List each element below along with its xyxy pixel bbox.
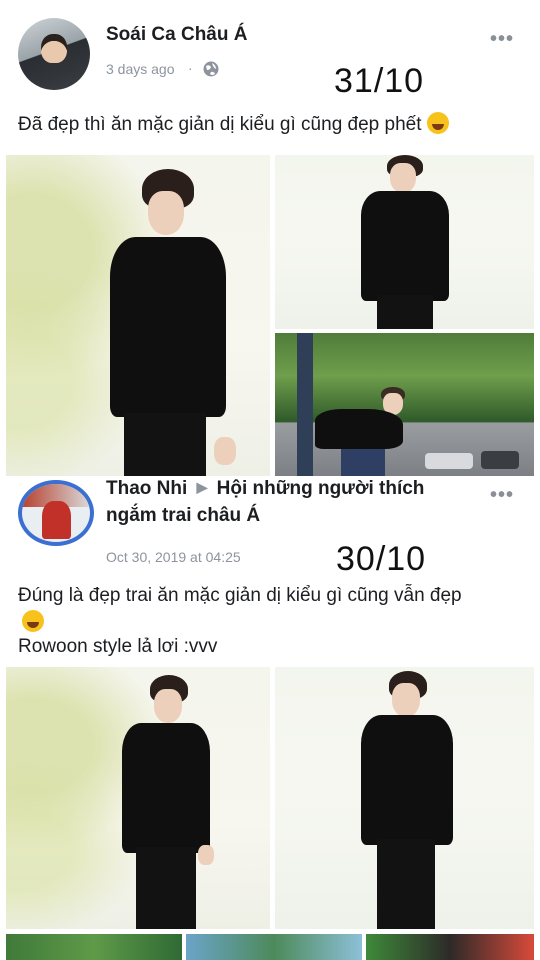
post-caption: Đã đẹp thì ăn mặc giản dị kiểu gì cũng đ… [18, 112, 449, 136]
avatar-face [41, 33, 67, 63]
author-name[interactable]: Thao Nhi [106, 478, 187, 499]
handwritten-date: 31/10 [334, 62, 425, 100]
post-options-button[interactable]: ••• [490, 28, 514, 51]
post-photo-3[interactable] [275, 333, 534, 476]
author-avatar[interactable] [18, 480, 94, 546]
person-figure [102, 165, 242, 476]
post-caption-line2: Rowoon style lả lơi :vvv [18, 636, 218, 657]
post-header-line1: Thao Nhi ▶ Hội những người thích [106, 478, 424, 500]
globe-icon [203, 61, 219, 77]
group-name-continued[interactable]: ngắm trai châu Á [106, 505, 260, 527]
post-options-button[interactable]: ••• [490, 484, 514, 507]
person-figure [357, 155, 453, 329]
handwritten-date: 30/10 [336, 540, 427, 578]
post-timestamp[interactable]: Oct 30, 2019 at 04:25 [106, 549, 241, 565]
post-caption-line1: Đúng là đẹp trai ăn mặc giản dị kiểu gì … [18, 585, 462, 606]
caption-text: Đã đẹp thì ăn mặc giản dị kiểu gì cũng đ… [18, 114, 422, 135]
post-photo-1[interactable] [6, 155, 270, 476]
post-time[interactable]: 3 days ago [106, 61, 175, 77]
person-figure [357, 671, 457, 929]
avatar-figure [42, 501, 71, 540]
post-photo-5[interactable] [275, 667, 534, 929]
author-name[interactable]: Soái Ca Châu Á [106, 24, 247, 46]
meta-separator: · [188, 60, 193, 76]
group-name[interactable]: Hội những người thích [217, 478, 425, 499]
post-photo-2[interactable] [275, 155, 534, 329]
next-photo-strip[interactable] [6, 934, 534, 960]
person-figure [315, 387, 415, 476]
person-figure [118, 675, 222, 929]
share-arrow-icon: ▶ [196, 479, 208, 495]
star-struck-emoji-icon [426, 112, 449, 134]
post-photo-4[interactable] [6, 667, 270, 929]
laughing-emoji-icon [22, 610, 44, 632]
author-avatar[interactable] [18, 18, 90, 90]
